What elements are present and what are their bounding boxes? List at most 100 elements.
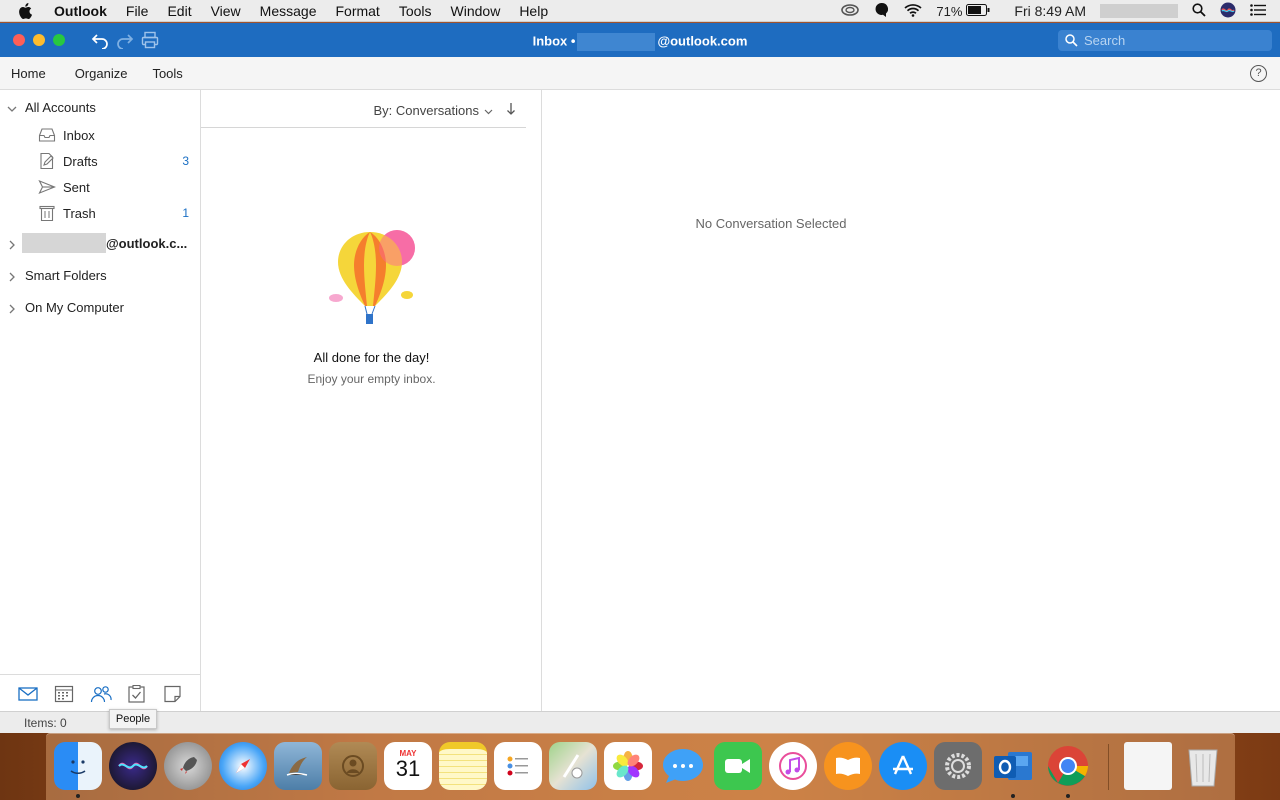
- system-preferences-icon[interactable]: [934, 742, 982, 790]
- calendar-app-icon[interactable]: MAY 31: [384, 742, 432, 790]
- tab-organize[interactable]: Organize: [75, 66, 128, 81]
- print-icon[interactable]: [141, 31, 159, 49]
- menu-window[interactable]: Window: [451, 3, 501, 19]
- notes-icon[interactable]: [163, 685, 183, 703]
- tasks-icon[interactable]: [127, 684, 147, 703]
- title-email-redacted: [577, 33, 656, 51]
- account-email-redacted: [22, 233, 106, 253]
- trash-dock-icon[interactable]: [1179, 742, 1227, 790]
- calendar-icon[interactable]: [54, 685, 74, 703]
- on-my-computer-row[interactable]: On My Computer: [0, 295, 200, 319]
- sort-bar: By: Conversations: [201, 90, 526, 128]
- contacts-icon[interactable]: [329, 742, 377, 790]
- chevron-right-icon[interactable]: [7, 270, 17, 282]
- menu-file[interactable]: File: [126, 3, 149, 19]
- status-bar: Items: 0: [0, 711, 1280, 733]
- folder-sent[interactable]: Sent: [0, 175, 200, 199]
- documents-stack-icon[interactable]: [1124, 742, 1172, 790]
- main-content: All Accounts Inbox Drafts 3 Sent Trash 1…: [0, 90, 1280, 711]
- dock-divider: [1108, 744, 1109, 790]
- dock: MAY 31: [46, 733, 1235, 800]
- window-minimize-button[interactable]: [33, 34, 45, 46]
- menu-tools[interactable]: Tools: [399, 3, 432, 19]
- spotlight-search-icon[interactable]: [1192, 2, 1206, 20]
- tab-home[interactable]: Home: [11, 66, 46, 81]
- status-bubble-icon[interactable]: [874, 2, 890, 21]
- smart-folders-row[interactable]: Smart Folders: [0, 263, 200, 287]
- folder-trash[interactable]: Trash 1: [0, 201, 200, 225]
- apple-menu-icon[interactable]: [18, 2, 40, 19]
- ribbon-tabs: Home Organize Tools ?: [0, 57, 1280, 90]
- tab-tools[interactable]: Tools: [152, 66, 182, 81]
- mail-icon[interactable]: [18, 685, 38, 703]
- sort-dropdown[interactable]: By: Conversations: [374, 103, 480, 118]
- title-email-domain: @outlook.com: [657, 33, 748, 49]
- reading-pane: No Conversation Selected: [542, 90, 1280, 711]
- battery-percent: 71%: [936, 3, 963, 19]
- photos-icon[interactable]: [604, 742, 652, 790]
- siri-icon[interactable]: [109, 742, 157, 790]
- books-icon[interactable]: [824, 742, 872, 790]
- empty-inbox-subtitle: Enjoy your empty inbox.: [307, 372, 436, 386]
- chevron-right-icon[interactable]: [7, 302, 17, 314]
- menu-message[interactable]: Message: [260, 3, 317, 19]
- window-zoom-button[interactable]: [53, 34, 65, 46]
- window-close-button[interactable]: [13, 34, 25, 46]
- reminders-icon[interactable]: [494, 742, 542, 790]
- menu-help[interactable]: Help: [519, 3, 548, 19]
- chrome-icon[interactable]: [1044, 742, 1092, 790]
- hot-air-balloon-icon: [325, 228, 420, 331]
- menu-view[interactable]: View: [211, 3, 241, 19]
- app-store-icon[interactable]: [879, 742, 927, 790]
- people-tooltip: People: [109, 709, 157, 729]
- folder-count: 3: [182, 154, 189, 168]
- chevron-down-icon[interactable]: [484, 104, 493, 119]
- chevron-right-icon[interactable]: [7, 238, 17, 250]
- menu-edit[interactable]: Edit: [167, 3, 191, 19]
- mail-app-icon[interactable]: [274, 742, 322, 790]
- undo-icon[interactable]: [91, 31, 109, 50]
- empty-inbox-title: All done for the day!: [313, 350, 430, 365]
- creative-cloud-icon[interactable]: [840, 3, 860, 20]
- macos-menu-bar: Outlook File Edit View Message Format To…: [0, 0, 1280, 22]
- menu-app-name[interactable]: Outlook: [54, 3, 107, 19]
- messages-icon[interactable]: [659, 742, 707, 790]
- outlook-app-icon[interactable]: [989, 742, 1037, 790]
- help-button[interactable]: ?: [1250, 65, 1267, 82]
- trash-icon: [38, 204, 56, 222]
- all-accounts-row[interactable]: All Accounts: [0, 95, 200, 119]
- search-box[interactable]: [1058, 30, 1272, 51]
- safari-icon[interactable]: [219, 742, 267, 790]
- chevron-down-icon[interactable]: [7, 102, 17, 112]
- redo-icon[interactable]: [116, 31, 134, 50]
- search-input[interactable]: [1084, 33, 1264, 48]
- items-count: Items: 0: [24, 716, 67, 730]
- menu-clock[interactable]: Fri 8:49 AM: [1014, 3, 1086, 19]
- folder-label: Drafts: [63, 153, 98, 169]
- launchpad-icon[interactable]: [164, 742, 212, 790]
- drafts-icon: [38, 152, 56, 170]
- wifi-icon[interactable]: [904, 3, 922, 20]
- notification-center-icon[interactable]: [1250, 3, 1266, 19]
- on-my-computer-label: On My Computer: [25, 299, 124, 315]
- inbox-icon: [38, 126, 56, 144]
- folder-drafts[interactable]: Drafts 3: [0, 149, 200, 173]
- folder-inbox[interactable]: Inbox: [0, 123, 200, 147]
- itunes-icon[interactable]: [769, 742, 817, 790]
- finder-icon[interactable]: [54, 742, 102, 790]
- siri-menu-icon[interactable]: [1220, 2, 1236, 21]
- maps-icon[interactable]: [549, 742, 597, 790]
- menu-format[interactable]: Format: [335, 3, 379, 19]
- battery-icon[interactable]: [966, 3, 990, 19]
- people-icon[interactable]: [90, 685, 112, 703]
- account-row[interactable]: @outlook.c...: [0, 231, 200, 255]
- calendar-day: 31: [395, 755, 421, 781]
- notes-app-icon[interactable]: [439, 742, 487, 790]
- user-name-redacted[interactable]: [1100, 4, 1178, 18]
- facetime-icon[interactable]: [714, 742, 762, 790]
- title-folder: Inbox •: [532, 33, 576, 49]
- sort-direction-icon[interactable]: [506, 102, 516, 118]
- outlook-running-dot: [1011, 794, 1015, 798]
- no-conversation-message: No Conversation Selected: [695, 216, 847, 231]
- folder-pane: All Accounts Inbox Drafts 3 Sent Trash 1…: [0, 90, 201, 711]
